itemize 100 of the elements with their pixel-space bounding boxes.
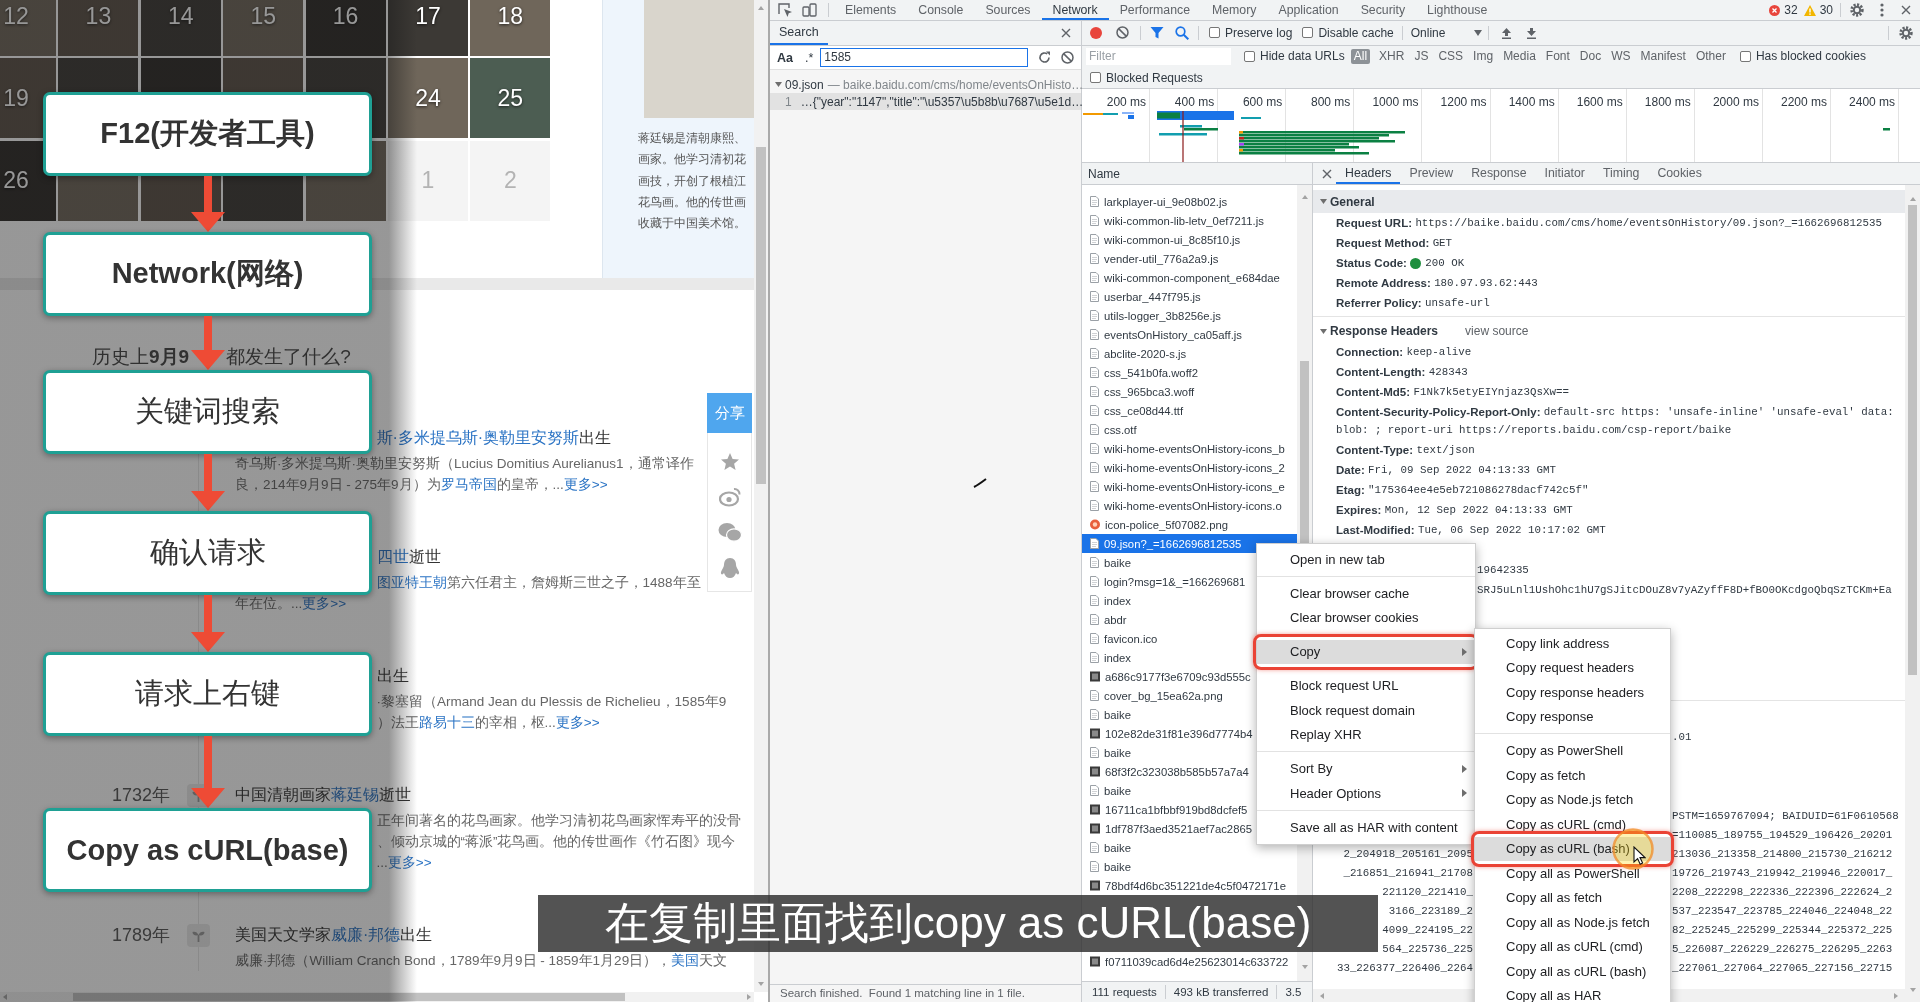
link[interactable]: 路易十三 bbox=[418, 715, 475, 730]
close-icon[interactable] bbox=[1061, 28, 1071, 38]
menu-item[interactable]: Copy all as cURL (cmd) bbox=[1475, 934, 1670, 959]
request-row[interactable]: userbar_447f795.js bbox=[1082, 287, 1297, 306]
request-row[interactable]: css_541b0fa.woff2 bbox=[1082, 363, 1297, 382]
checkbox-label[interactable]: Has blocked cookies bbox=[1755, 49, 1866, 64]
request-row[interactable]: wiki-common-component_e684dae bbox=[1082, 268, 1297, 287]
request-row[interactable]: wiki-home-eventsOnHistory-icons_e bbox=[1082, 477, 1297, 496]
expand-triangle-icon[interactable] bbox=[1320, 198, 1327, 205]
type-filter-button[interactable]: Media bbox=[1498, 48, 1541, 64]
star-icon[interactable] bbox=[719, 452, 740, 472]
panel-tab[interactable]: Lighthouse bbox=[1416, 0, 1499, 20]
request-row[interactable]: icon-police_5f07082.png bbox=[1082, 515, 1297, 534]
checkbox-label[interactable]: Hide data URLs bbox=[1260, 49, 1345, 64]
view-source-link[interactable]: view source bbox=[1465, 324, 1529, 338]
device-icon[interactable] bbox=[802, 3, 817, 17]
request-row[interactable]: baike bbox=[1082, 838, 1297, 857]
filter-icon[interactable] bbox=[1150, 26, 1164, 40]
expand-triangle-icon[interactable] bbox=[775, 81, 782, 88]
menu-item[interactable]: Block request URL bbox=[1257, 673, 1475, 698]
panel-tab[interactable]: Memory bbox=[1201, 0, 1268, 20]
scroll-arrow-icon[interactable] bbox=[1908, 195, 1917, 203]
penguin-icon[interactable] bbox=[719, 557, 740, 581]
result-file-name[interactable]: 09.json bbox=[785, 77, 824, 92]
detail-tab[interactable]: Cookies bbox=[1648, 163, 1711, 184]
inspect-icon[interactable] bbox=[778, 3, 793, 17]
expand-triangle-icon[interactable] bbox=[1320, 327, 1327, 335]
upload-icon[interactable] bbox=[1500, 26, 1512, 39]
checkbox[interactable] bbox=[1090, 72, 1101, 83]
menu-item[interactable]: Block request domain bbox=[1257, 698, 1475, 723]
request-row[interactable]: baike bbox=[1082, 857, 1297, 876]
request-row[interactable]: css_ce08d44.ttf bbox=[1082, 401, 1297, 420]
scroll-arrow-icon[interactable] bbox=[1300, 963, 1309, 971]
checkbox[interactable] bbox=[1302, 27, 1314, 39]
request-row[interactable]: css.otf bbox=[1082, 420, 1297, 439]
checkbox-label[interactable]: Disable cache bbox=[1318, 25, 1394, 40]
detail-tab[interactable]: Headers bbox=[1336, 163, 1401, 184]
link[interactable]: 斯·多米提乌斯·奥勒里安努斯 bbox=[376, 429, 580, 446]
close-icon[interactable] bbox=[1901, 5, 1911, 15]
menu-item[interactable]: Clear browser cookies bbox=[1257, 605, 1475, 630]
type-filter-button[interactable]: XHR bbox=[1374, 48, 1410, 64]
settings-icon[interactable] bbox=[1850, 3, 1864, 17]
menu-item[interactable]: Copy as PowerShell bbox=[1475, 738, 1670, 763]
menu-item[interactable]: Copy link address bbox=[1475, 631, 1670, 656]
close-icon[interactable] bbox=[1322, 168, 1332, 179]
scrollbar-thumb[interactable] bbox=[73, 993, 625, 1001]
search-result-row[interactable]: 1 …{"year":"1147","title":"\u5357\u5b8b\u7687\u5e1d… bbox=[770, 93, 1081, 110]
more-icon[interactable] bbox=[1880, 3, 1884, 17]
error-icon[interactable] bbox=[1769, 4, 1781, 16]
scroll-arrow-icon[interactable] bbox=[757, 4, 765, 12]
link[interactable]: 更多>> bbox=[555, 715, 600, 730]
type-filter-button[interactable]: Other bbox=[1690, 48, 1731, 64]
menu-item[interactable]: Copy all as Node.js fetch bbox=[1475, 910, 1670, 935]
panel-tab[interactable]: Sources bbox=[974, 0, 1042, 20]
menu-item[interactable]: Copy all as cURL (bash) bbox=[1475, 959, 1670, 984]
menu-item[interactable]: Copy as Node.js fetch bbox=[1475, 787, 1670, 812]
link[interactable]: 四世 bbox=[376, 548, 409, 565]
menu-item[interactable]: Copy response bbox=[1475, 704, 1670, 729]
detail-tab[interactable]: Preview bbox=[1400, 163, 1463, 184]
match-case-button[interactable]: Aa bbox=[777, 50, 793, 65]
scroll-arrow-icon[interactable] bbox=[1300, 193, 1309, 201]
column-header[interactable]: Name bbox=[1088, 166, 1120, 181]
link[interactable]: 更多>> bbox=[387, 855, 432, 870]
type-filter-button[interactable]: JS bbox=[1409, 48, 1434, 64]
request-row[interactable]: larkplayer-ui_9e08b02.js bbox=[1082, 192, 1297, 211]
request-row[interactable]: css_965bca3.woff bbox=[1082, 382, 1297, 401]
type-filter-button[interactable]: Font bbox=[1540, 48, 1575, 64]
menu-item[interactable]: Copy all as PowerShell bbox=[1475, 861, 1670, 886]
link[interactable]: 罗马帝国 bbox=[440, 477, 497, 492]
checkbox[interactable] bbox=[1244, 50, 1255, 62]
chat-bubbles-icon[interactable] bbox=[717, 522, 742, 542]
panel-tab[interactable]: Elements bbox=[834, 0, 908, 20]
checkbox[interactable] bbox=[1209, 27, 1220, 39]
panel-tab[interactable]: Application bbox=[1267, 0, 1350, 20]
detail-tab[interactable]: Response bbox=[1462, 163, 1536, 184]
menu-item[interactable]: Clear browser cache bbox=[1257, 581, 1475, 606]
settings-icon[interactable] bbox=[1899, 25, 1913, 40]
request-row[interactable]: abclite-2020-s.js bbox=[1082, 344, 1297, 363]
detail-tab[interactable]: Initiator bbox=[1535, 163, 1594, 184]
scrollbar-thumb[interactable] bbox=[756, 147, 766, 484]
request-row[interactable]: wiki-common-ui_8c85f10.js bbox=[1082, 230, 1297, 249]
clear-icon[interactable] bbox=[1061, 51, 1075, 64]
section-header[interactable]: Response Headers view source bbox=[1313, 320, 1905, 342]
request-row[interactable]: f0711039cad6d4e25623014c633722 bbox=[1082, 952, 1297, 971]
link[interactable]: 更多>> bbox=[563, 477, 608, 492]
scrollbar-thumb[interactable] bbox=[1908, 205, 1917, 675]
throttling-select[interactable]: Online bbox=[1402, 22, 1482, 43]
request-row[interactable]: wiki-home-eventsOnHistory-icons_2 bbox=[1082, 458, 1297, 477]
checkbox-label[interactable]: Preserve log bbox=[1225, 25, 1293, 40]
request-row[interactable]: vender-util_776a2a9.js bbox=[1082, 249, 1297, 268]
request-row[interactable]: wiki-common-lib-letv_0ef7211.js bbox=[1082, 211, 1297, 230]
request-row[interactable]: eventsOnHistory_ca05aff.js bbox=[1082, 325, 1297, 344]
link[interactable]: 图亚特王朝 bbox=[376, 575, 447, 590]
checkbox-label[interactable]: Blocked Requests bbox=[1106, 70, 1203, 85]
type-filter-button[interactable]: WS bbox=[1606, 48, 1636, 64]
menu-item[interactable]: Copy request headers bbox=[1475, 655, 1670, 680]
scroll-arrow-icon[interactable] bbox=[1318, 991, 1326, 1000]
request-row[interactable]: wiki-home-eventsOnHistory-icons_b bbox=[1082, 439, 1297, 458]
detail-tab[interactable]: Timing bbox=[1593, 163, 1649, 184]
type-filter-button[interactable]: Manifest bbox=[1635, 48, 1691, 64]
